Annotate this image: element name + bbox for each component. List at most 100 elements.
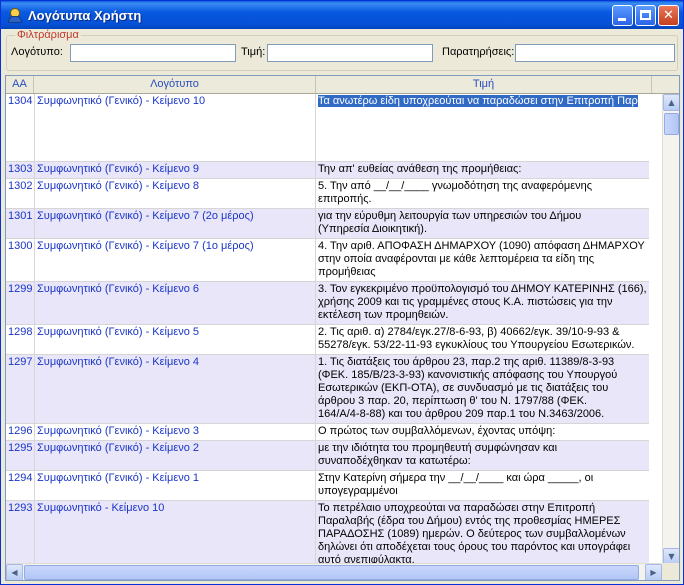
cell-timi: Στην Κατερίνη σήμερα την __/__/____ και … [316, 471, 649, 500]
cell-timi-line: 1. Τις διατάξεις του άρθρου 23, παρ.2 τη… [318, 356, 615, 368]
cell-timi-line: Την απ' ευθείας ανάθεση της προμήθειας: [318, 163, 522, 175]
cell-aa: 1294 [6, 471, 35, 500]
cell-timi: 4. Την αριθ. ΑΠΟΦΑΣΗ ΔΗΜΑΡΧΟΥ (1090) από… [316, 239, 649, 281]
cell-timi: 2. Τις αριθ. α) 2784/εγκ.27/8-6-93, β) 4… [316, 325, 649, 354]
cell-aa: 1302 [6, 179, 35, 208]
cell-timi-line: άρθρου 3 παρ. 20, περίπτωση θ' του Ν. 17… [318, 395, 588, 407]
table-row[interactable]: 1293 Συμφωνητικό - Κείμενο 10 Το πετρέλαιο… [6, 501, 649, 565]
logotypo-filter-label: Λογότυπο: [11, 46, 63, 58]
cell-timi-line: 5. Την από __/__/____ γνωμοδότηση της αν… [318, 180, 593, 192]
table-row[interactable]: 1295 Συμφωνητικό (Γενικό) - Κείμενο 2 με τ… [6, 441, 649, 471]
cell-timi-line: επιτροπής. [318, 193, 372, 205]
scrollbar-corner [662, 563, 679, 580]
data-grid[interactable]: ΑΑ Λογότυπο Τιμή 1304 Συμφωνητικό (Γενικό… [5, 75, 680, 581]
vertical-scrollbar[interactable]: ▲ ▼ [662, 94, 679, 565]
table-row[interactable]: 1299 Συμφωνητικό (Γενικό) - Κείμενο 6 3. Τ… [6, 282, 649, 325]
cell-timi: Ο πρώτος των συμβαλλόμενων, έχοντας υπόψ… [316, 424, 649, 440]
cell-timi-line: Εσωτερικών (ΕΚΠ-ΟΤΑ), σε συνδυασμό με τι… [318, 382, 609, 394]
cell-logotypo: Συμφωνητικό (Γενικό) - Κείμενο 1 [35, 471, 316, 500]
cell-timi-line: ΠΑΡΑΔΟΣΗΣ (1089) ημερών. Ο δεύτερος των … [318, 528, 626, 540]
cell-timi-line: εκτέλεση των προμηθειών. [318, 309, 449, 321]
cell-timi-line: Στην Κατερίνη σήμερα την __/__/____ και … [318, 472, 594, 484]
main-window: Λογότυπα Χρήστη ✕ Φιλτράρισμα Λογότυπο: … [0, 0, 684, 585]
cell-timi[interactable]: Τα ανωτέρω είδη υποχρεούται να παραδώσει… [316, 94, 649, 161]
cell-timi: 1. Τις διατάξεις του άρθρου 23, παρ.2 τη… [316, 355, 649, 423]
logotypo-filter-input[interactable] [70, 44, 236, 62]
cell-timi-line: με την ιδιότητα του προμηθευτή συμφώνησα… [318, 442, 558, 454]
arrow-left-icon: ◀ [11, 568, 18, 577]
arrow-right-icon: ▶ [650, 568, 657, 577]
horizontal-scrollbar[interactable]: ◀ ▶ [6, 563, 662, 580]
timi-filter-label: Τιμή: [241, 46, 266, 58]
cell-logotypo: Συμφωνητικό (Γενικό) - Κείμενο 8 [35, 179, 316, 208]
table-row[interactable]: 1302 Συμφωνητικό (Γενικό) - Κείμενο 8 5. Τ… [6, 179, 649, 209]
cell-logotypo: Συμφωνητικό (Γενικό) - Κείμενο 9 [35, 162, 316, 178]
cell-timi-line: για την εύρυθμη λειτουργία των υπηρεσιών… [318, 210, 582, 222]
vertical-scroll-thumb[interactable] [664, 113, 679, 135]
title-bar[interactable]: Λογότυπα Χρήστη ✕ [1, 1, 683, 29]
minimize-button[interactable] [612, 5, 633, 26]
cell-logotypo: Συμφωνητικό - Κείμενο 10 [35, 501, 316, 565]
cell-timi-line: Το πετρέλαιο υποχρεούται να παραδώσει στ… [318, 502, 596, 514]
horizontal-scroll-thumb[interactable] [24, 565, 639, 580]
cell-timi-line: 164/Α/4-8-88) και του άρθρου 209 παρ.1 τ… [318, 408, 605, 420]
cell-aa: 1299 [6, 282, 35, 324]
cell-timi-line: Ο πρώτος των συμβαλλόμενων, έχοντας υπόψ… [318, 425, 556, 437]
cell-timi: για την εύρυθμη λειτουργία των υπηρεσιών… [316, 209, 649, 238]
timi-filter-input[interactable] [267, 44, 433, 62]
arrow-up-icon: ▲ [668, 98, 675, 107]
cell-aa: 1293 [6, 501, 35, 565]
cell-timi-line: 4. Την αριθ. ΑΠΟΦΑΣΗ ΔΗΜΑΡΧΟΥ (1090) από… [318, 240, 645, 252]
window-title: Λογότυπα Χρήστη [28, 7, 142, 23]
minimize-icon [618, 18, 626, 21]
filter-legend: Φιλτράρισμα [15, 29, 81, 41]
cell-logotypo: Συμφωνητικό (Γενικό) - Κείμενο 5 [35, 325, 316, 354]
cell-timi: 5. Την από __/__/____ γνωμοδότηση της αν… [316, 179, 649, 208]
maximize-button[interactable] [635, 5, 656, 26]
cell-logotypo: Συμφωνητικό (Γενικό) - Κείμενο 10 [35, 94, 316, 161]
cell-timi-line: συναποδέχθηκαν τα κατωτέρω: [318, 455, 471, 467]
table-row[interactable]: 1296 Συμφωνητικό (Γενικό) - Κείμενο 3Ο πρ… [6, 424, 649, 441]
column-header-aa[interactable]: ΑΑ [6, 76, 34, 93]
cell-timi-line: 55278/εγκ. 53/22-11-93 εγκυκλίους του Υπ… [318, 339, 635, 351]
cell-timi-line: 2. Τις αριθ. α) 2784/εγκ.27/8-6-93, β) 4… [318, 326, 620, 338]
cell-timi-line: 3. Τον εγκεκριμένο προϋπολογισμό του ΔΗΜ… [318, 283, 647, 295]
cell-aa: 1297 [6, 355, 35, 423]
cell-aa: 1300 [6, 239, 35, 281]
table-row[interactable]: 1300 Συμφωνητικό (Γενικό) - Κείμενο 7 (1ο… [6, 239, 649, 282]
table-row[interactable]: 1303 Συμφωνητικό (Γενικό) - Κείμενο 9 Την … [6, 162, 649, 179]
grid-rows: 1304 Συμφωνητικό (Γενικό) - Κείμενο 10 Τα … [6, 94, 649, 565]
cell-timi-line: προμήθειας [318, 266, 376, 278]
cell-timi-line: υπογεγραμμένοι [318, 485, 398, 497]
scroll-up-button[interactable]: ▲ [663, 94, 679, 111]
scroll-right-button[interactable]: ▶ [645, 564, 662, 580]
cell-timi-line: (ΦΕΚ. 185/Β/23-3-93) κανονιστικής απόφασ… [318, 369, 618, 381]
table-row[interactable]: 1297 Συμφωνητικό (Γενικό) - Κείμενο 4 1. Τ… [6, 355, 649, 424]
cell-aa: 1295 [6, 441, 35, 470]
table-row[interactable]: 1304 Συμφωνητικό (Γενικό) - Κείμενο 10 Τα … [6, 94, 649, 162]
user-icon [7, 7, 23, 23]
cell-logotypo: Συμφωνητικό (Γενικό) - Κείμενο 6 [35, 282, 316, 324]
cell-timi: Την απ' ευθείας ανάθεση της προμήθειας: [316, 162, 649, 178]
table-row[interactable]: 1294 Συμφωνητικό (Γενικό) - Κείμενο 1 Στην… [6, 471, 649, 501]
cell-timi-line: (Υπηρεσία Διοικητική). [318, 223, 428, 235]
parat-filter-input[interactable] [515, 44, 675, 62]
cell-timi-line: Παραλαβής (έδρα του Δήμου) εντός της προ… [318, 515, 621, 527]
cell-logotypo: Συμφωνητικό (Γενικό) - Κείμενο 3 [35, 424, 316, 440]
cell-aa: 1298 [6, 325, 35, 354]
parat-filter-label: Παρατηρήσεις: [442, 46, 515, 58]
table-row[interactable]: 1301 Συμφωνητικό (Γενικό) - Κείμενο 7 (2ο… [6, 209, 649, 239]
column-header-timi[interactable]: Τιμή [316, 76, 652, 93]
filter-group: Φιλτράρισμα Λογότυπο: Τιμή: Παρατηρήσεις… [6, 29, 678, 71]
cell-logotypo: Συμφωνητικό (Γενικό) - Κείμενο 4 [35, 355, 316, 423]
cell-aa: 1301 [6, 209, 35, 238]
close-button[interactable]: ✕ [658, 5, 679, 26]
table-row[interactable]: 1298 Συμφωνητικό (Γενικό) - Κείμενο 5 2. Τ… [6, 325, 649, 355]
column-header-logotypo[interactable]: Λογότυπο [34, 76, 316, 93]
cell-timi-line: στην οποία αναφέρονται με κάθε λεπτομέρε… [318, 253, 595, 265]
maximize-icon [640, 10, 651, 20]
cell-aa: 1304 [6, 94, 35, 161]
cell-logotypo: Συμφωνητικό (Γενικό) - Κείμενο 7 (1ο μέρ… [35, 239, 316, 281]
cell-timi: 3. Τον εγκεκριμένο προϋπολογισμό του ΔΗΜ… [316, 282, 649, 324]
scroll-left-button[interactable]: ◀ [6, 564, 23, 580]
